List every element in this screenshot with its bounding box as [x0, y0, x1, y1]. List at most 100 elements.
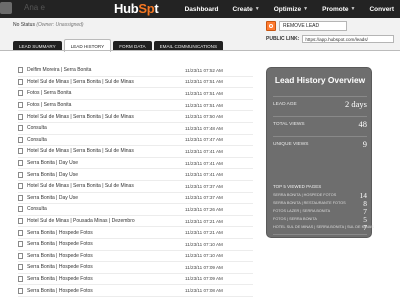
history-page-title: Delfim Moreira | Serra Bonita — [27, 67, 92, 74]
overview-divider — [273, 234, 367, 235]
nav-item-promote[interactable]: Promote ▼ — [322, 6, 355, 13]
history-timestamp: 11/23/11 07:37 AM — [185, 183, 223, 189]
contact-name-ghost: Ana e — [24, 3, 45, 12]
history-page-title: Serra Bonita | Hospede Fotos — [27, 229, 93, 236]
main-nav: Dashboard Create ▼ Optimize ▼ Promote ▼ Convert — [185, 0, 394, 18]
history-row[interactable]: Hotel Sul de Minas | Serra Bonita | Sul … — [18, 111, 253, 123]
history-row[interactable]: Consulta 11/23/11 07:48 AM — [18, 123, 253, 135]
history-row[interactable]: Hotel Sul de Minas | Serra Bonita | Sul … — [18, 181, 253, 193]
page-icon — [18, 78, 23, 85]
history-timestamp: 11/23/11 07:09 AM — [185, 264, 223, 270]
history-timestamp: 11/23/11 07:21 AM — [185, 230, 223, 236]
history-row[interactable]: Fotos | Serra Bonita 11/23/11 07:51 AM — [18, 100, 253, 112]
history-page-title: Fotos | Serra Bonita — [27, 102, 72, 109]
lead-history-overview-panel: Lead History Overview LEAD AGE 2 days TOTA… — [266, 67, 374, 238]
lead-history-list: Delfim Moreira | Serra Bonita 11/23/11 07… — [18, 65, 253, 297]
nav-item-label: Dashboard — [184, 5, 219, 13]
stat-label: UNIQUE VIEWS — [273, 142, 309, 147]
history-row[interactable]: Hotel Sul de Minas | Serra Bonita | Sul … — [18, 146, 253, 158]
page-icon — [18, 183, 23, 190]
history-row[interactable]: Serra Bonita | Day Use 11/23/11 07:41 AM — [18, 158, 253, 170]
chevron-down-icon: ▼ — [350, 6, 356, 12]
top-page-row[interactable]: SERRA BONITA | HOSPEDE FOTOS 14 — [273, 191, 367, 200]
page-icon — [18, 67, 23, 74]
history-page-title: Consulta — [27, 206, 47, 213]
history-timestamp: 11/23/11 07:51 AM — [185, 79, 223, 85]
history-row[interactable]: Serra Bonita | Day Use 11/23/11 07:37 AM — [18, 193, 253, 205]
page-icon — [18, 160, 23, 167]
history-timestamp: 11/23/11 07:48 AM — [185, 125, 223, 131]
history-timestamp: 11/23/11 07:26 AM — [185, 206, 223, 212]
history-page-title: Fotos | Serra Bonita — [27, 90, 72, 97]
history-row[interactable]: Serra Bonita | Hospede Fotos 11/23/11 07:… — [18, 251, 253, 263]
history-row[interactable]: Hotel Sul de Minas | Pousada Minas | Dez… — [18, 216, 253, 228]
top-page-row[interactable]: HOTEL SUL DE MINAS | SERRA BONITA | SUL … — [273, 223, 374, 232]
owner-text: (Owner: Unassigned) — [36, 22, 84, 28]
history-row[interactable]: Serra Bonita | Day Use 11/23/11 07:41 AM — [18, 169, 253, 181]
history-timestamp: 11/23/11 07:51 AM — [185, 90, 223, 96]
history-row[interactable]: Serra Bonita | Hospede Fotos 11/23/11 07:… — [18, 274, 253, 286]
history-row[interactable]: Delfim Moreira | Serra Bonita 11/23/11 07… — [18, 65, 253, 77]
history-timestamp: 11/23/11 07:10 AM — [185, 253, 223, 259]
stat-label: LEAD AGE — [273, 102, 297, 107]
page-icon — [18, 287, 23, 294]
page-icon — [18, 113, 23, 120]
stat-value: 9 — [362, 139, 367, 149]
history-row[interactable]: Serra Bonita | Hospede Fotos 11/23/11 07:… — [18, 239, 253, 251]
history-page-title: Hotel Sul de Minas | Serra Bonita | Sul … — [27, 183, 134, 190]
top5-list: SERRA BONITA | HOSPEDE FOTOS 14 SERRA BONI… — [273, 191, 374, 232]
hubspot-logo[interactable]: HubSpt — [114, 1, 159, 17]
page-icon — [18, 194, 23, 201]
history-page-title: Serra Bonita | Day Use — [27, 171, 79, 178]
public-link: PUBLIC LINK: https://app.hubspot.com/lea… — [266, 35, 395, 43]
top-page-row[interactable]: SERRA BONITA | RESTAURANTE FOTOS 8 — [273, 199, 367, 208]
history-page-title: Serra Bonita | Hospede Fotos — [27, 275, 93, 282]
overview-title: Lead History Overview — [274, 75, 366, 85]
top-page-row[interactable]: FOTOS | SERRA BONITA 5 — [273, 215, 367, 224]
page-icon — [18, 125, 23, 132]
history-row[interactable]: Serra Bonita | Hospede Fotos 11/23/11 07:… — [18, 262, 253, 274]
top5-title: TOP 5 VIEWED PAGES — [273, 184, 322, 189]
history-row[interactable]: Hotel Sul de Minas | Serra Bonita | Sul … — [18, 77, 253, 89]
page-icon — [18, 171, 23, 178]
history-page-title: Hotel Sul de Minas | Serra Bonita | Sul … — [27, 113, 134, 120]
page-icon — [18, 252, 23, 259]
page-icon — [18, 90, 23, 97]
stat-unique-views: UNIQUE VIEWS 9 — [273, 136, 367, 153]
history-timestamp: 11/23/11 07:50 AM — [185, 114, 223, 120]
nav-item-convert[interactable]: Convert — [369, 6, 394, 13]
chevron-down-icon: ▼ — [254, 6, 260, 12]
history-timestamp: 11/23/11 07:51 AM — [185, 102, 223, 108]
history-row[interactable]: Consulta 11/23/11 07:47 AM — [18, 135, 253, 147]
history-timestamp: 11/23/11 07:47 AM — [185, 137, 223, 143]
history-row[interactable]: Serra Bonita | Hospede Fotos 11/23/11 07:… — [18, 227, 253, 239]
remove-lead-button[interactable]: REMOVE LEAD — [266, 21, 347, 31]
remove-lead-label: REMOVE LEAD — [279, 21, 347, 31]
nav-item-optimize[interactable]: Optimize ▼ — [274, 6, 308, 13]
page-icon — [18, 206, 23, 213]
nav-item-create[interactable]: Create ▼ — [233, 6, 260, 13]
top-page-label: SERRA BONITA | HOSPEDE FOTOS — [273, 193, 337, 197]
stat-value: 2 days — [345, 99, 367, 109]
history-timestamp: 11/23/11 07:10 AM — [185, 241, 223, 247]
history-row[interactable]: Consulta 11/23/11 07:26 AM — [18, 204, 253, 216]
history-row[interactable]: Fotos | Serra Bonita 11/23/11 07:51 AM — [18, 88, 253, 100]
top-page-count: 7 — [363, 223, 367, 232]
history-page-title: Consulta — [27, 136, 47, 143]
nav-item-label: Convert — [369, 5, 394, 13]
history-row[interactable]: Serra Bonita | Hospede Fotos 11/23/11 07:… — [18, 285, 253, 297]
public-link-field[interactable]: https://app.hubspot.com/leads/ — [302, 35, 395, 43]
history-page-title: Serra Bonita | Hospede Fotos — [27, 241, 93, 248]
top-page-label: SERRA BONITA | RESTAURANTE FOTOS — [273, 201, 346, 205]
history-page-title: Consulta — [27, 125, 47, 132]
history-timestamp: 11/23/11 07:41 AM — [185, 172, 223, 178]
top-page-row[interactable]: FOTOS LAZER | SERRA BONITA 7 — [273, 207, 367, 216]
top-nav-bar: Ana e HubSpt Dashboard Create ▼ Optimize ▼ Pr… — [0, 0, 400, 19]
public-link-label: PUBLIC LINK: — [266, 36, 300, 42]
history-page-title: Hotel Sul de Minas | Pousada Minas | Dez… — [27, 218, 135, 225]
remove-icon — [266, 21, 276, 31]
nav-item-dashboard[interactable]: Dashboard — [185, 6, 219, 13]
page-icon — [18, 229, 23, 236]
history-page-title: Serra Bonita | Day Use — [27, 160, 79, 167]
top-page-label: FOTOS | SERRA BONITA — [273, 217, 317, 221]
